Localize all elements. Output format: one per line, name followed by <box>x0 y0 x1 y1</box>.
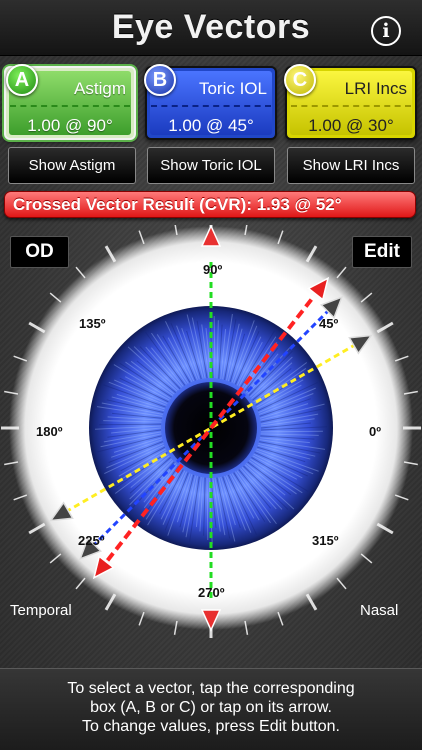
temporal-label: Temporal <box>10 602 72 619</box>
degree-45: 45º <box>319 316 339 331</box>
badge-a[interactable]: A <box>6 64 38 96</box>
vector-c-divider <box>291 105 411 107</box>
cvr-result-text: Crossed Vector Result (CVR): 1.93 @ 52° <box>13 195 342 214</box>
title-bar: Eye Vectors i <box>0 0 422 56</box>
info-icon[interactable]: i <box>371 16 401 46</box>
badge-c[interactable]: C <box>284 64 316 96</box>
degree-180: 180º <box>36 424 63 439</box>
instruction-line-2: box (A, B or C) or tap on its arrow. <box>90 699 332 716</box>
show-lri-incs-button[interactable]: Show LRI Incs <box>287 147 415 184</box>
eye-side-button[interactable]: OD <box>10 236 69 268</box>
vector-a-divider <box>10 105 130 107</box>
degree-225: 225º <box>78 533 105 548</box>
show-toric-iol-button[interactable]: Show Toric IOL <box>147 147 275 184</box>
degree-270: 270º <box>198 585 225 600</box>
degree-315: 315º <box>312 533 339 548</box>
instruction-line-3: To change values, press Edit button. <box>82 718 340 735</box>
vector-b-value: 1.00 @ 45° <box>168 116 254 135</box>
cvr-result-bar: Crossed Vector Result (CVR): 1.93 @ 52° <box>4 191 416 218</box>
degree-90: 90º <box>203 262 223 277</box>
degree-135: 135º <box>79 316 106 331</box>
instruction-line-1: To select a vector, tap the correspondin… <box>67 680 355 697</box>
instructions-footer: To select a vector, tap the correspondin… <box>0 668 422 750</box>
vector-c-value: 1.00 @ 30° <box>308 116 394 135</box>
degree-0: 0º <box>369 424 381 439</box>
vector-b-divider <box>151 105 271 107</box>
app-title: Eye Vectors <box>111 8 311 46</box>
badge-b[interactable]: B <box>144 64 176 96</box>
nasal-label: Nasal <box>360 602 399 619</box>
edit-button[interactable]: Edit <box>352 236 412 268</box>
show-astigm-button[interactable]: Show Astigm <box>8 147 136 184</box>
vector-a-value: 1.00 @ 90° <box>27 116 113 135</box>
